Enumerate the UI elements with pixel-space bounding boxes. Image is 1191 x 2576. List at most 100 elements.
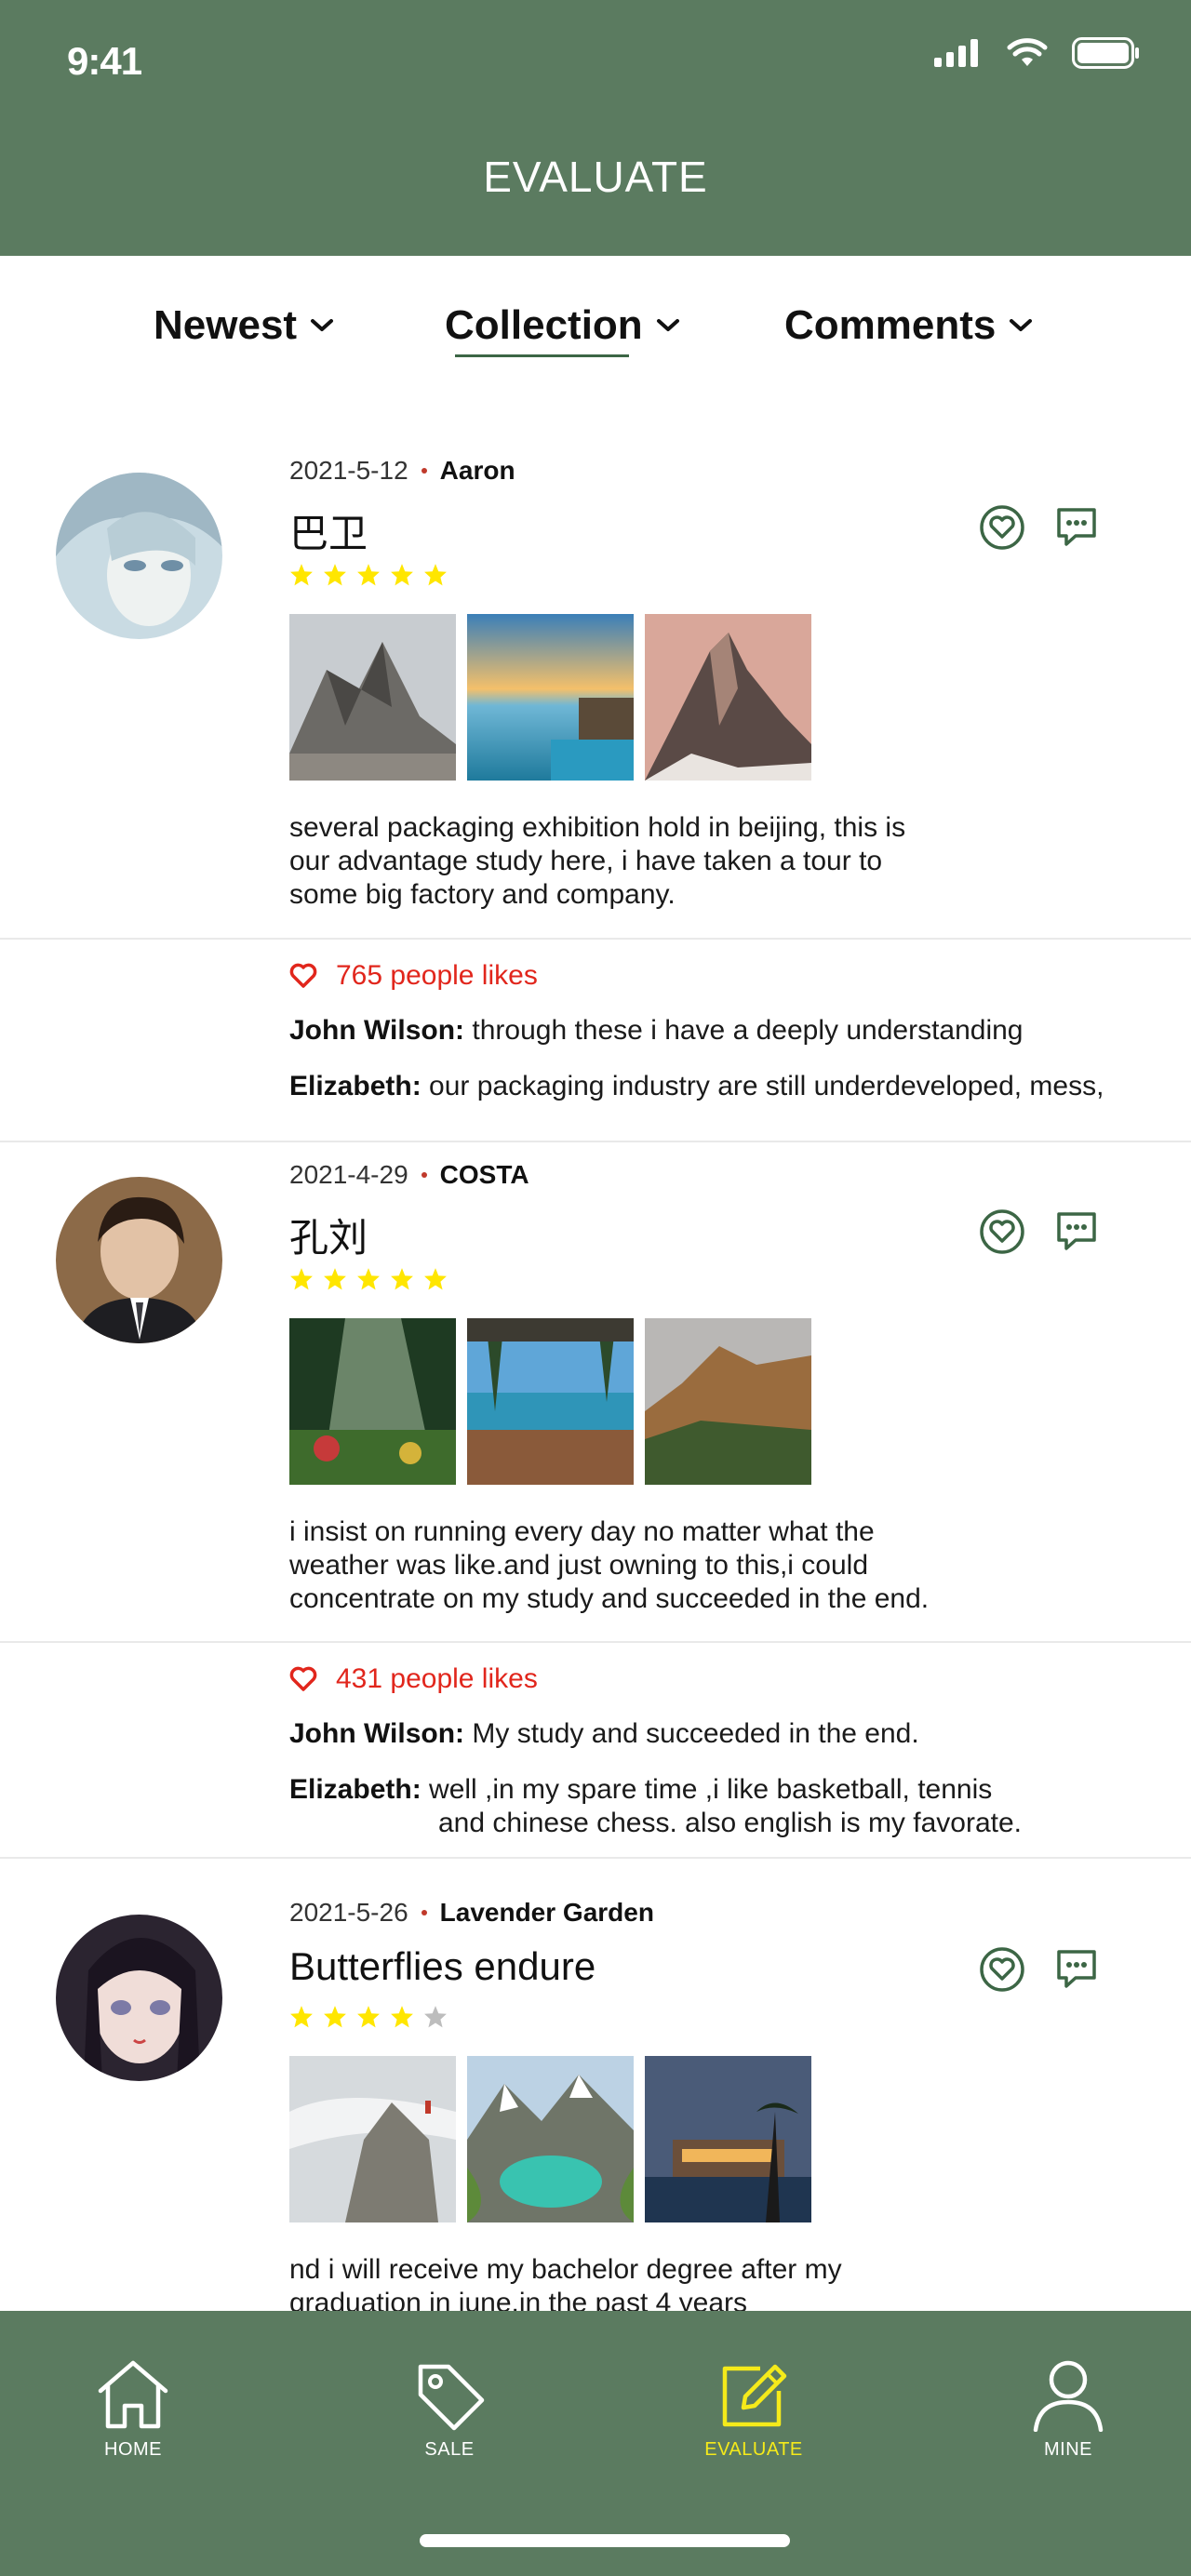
review-title: 巴卫 [289,512,368,555]
rating-stars [289,563,448,587]
nav-label: SALE [424,2439,475,2460]
star-icon [324,1268,346,1290]
active-tab-indicator [455,354,629,357]
nav-sale[interactable]: SALE [356,2357,542,2461]
separator-dot [421,468,427,474]
separator-dot [421,1910,427,1915]
star-icon [424,564,447,586]
review-text-line: some big factory and company. [289,879,676,910]
nav-label: EVALUATE [704,2439,803,2460]
comment-icon[interactable] [1053,1946,1100,1993]
comment-author[interactable]: Elizabeth: [289,1774,422,1805]
star-icon [324,564,346,586]
favorite-icon[interactable] [979,1208,1025,1255]
nav-mine[interactable]: MINE [975,2357,1161,2461]
review-photo[interactable] [467,1318,634,1485]
signal-icon [934,39,978,67]
review-author[interactable]: Aaron [440,456,515,486]
review-text-line: our advantage study here, i have taken a… [289,846,883,876]
divider [0,1857,1191,1859]
review-photo[interactable] [289,2056,456,2222]
favorite-icon[interactable] [979,1946,1025,1993]
star-icon [391,564,413,586]
review-photo[interactable] [289,1318,456,1485]
review-actions [979,1208,1100,1255]
review-title: Butterflies endure [289,1944,596,1988]
review-text: several packaging exhibition hold in bei… [289,811,997,912]
tab-collection[interactable]: Collection [445,302,680,349]
comment-item: John Wilson: My study and succeeded in t… [289,1717,919,1751]
filter-tabs: Newest Collection Comments [0,256,1191,395]
tag-icon [418,2364,485,2431]
star-icon [357,1268,380,1290]
favorite-icon[interactable] [979,504,1025,551]
review-actions [979,504,1100,551]
tab-label: Comments [784,302,997,348]
star-icon [424,1268,447,1290]
review-meta: 2021-5-26 Lavender Garden [289,1898,654,1928]
comment-text: our packaging industry are still underde… [421,1071,1104,1101]
home-indicator[interactable] [420,2534,790,2547]
review-photos [289,614,811,781]
rating-stars [289,1267,448,1291]
review-meta: 2021-5-12 Aaron [289,456,515,486]
review-photo[interactable] [289,614,456,781]
comment-icon[interactable] [1053,504,1100,551]
review-text-line: nd i will receive my bachelor degree aft… [289,2254,842,2285]
status-time: 9:41 [67,39,142,83]
comment-author[interactable]: John Wilson: [289,1015,464,1046]
review-author[interactable]: Lavender Garden [440,1898,654,1928]
review-text-line: weather was like.and just owning to this… [289,1550,869,1581]
review-date: 2021-5-26 [289,1898,408,1927]
review-title: 孔刘 [289,1216,368,1260]
review-photo[interactable] [467,2056,634,2222]
review-author[interactable]: COSTA [440,1160,529,1190]
star-icon [391,2006,413,2028]
tab-newest[interactable]: Newest [154,302,334,349]
page-title: EVALUATE [483,153,708,201]
chevron-down-icon [1010,319,1033,331]
likes-label: 431 people likes [336,1663,538,1694]
star-icon [357,2006,380,2028]
comment-text: well ,in my spare time ,i like basketbal… [421,1774,993,1805]
home-icon [98,2360,168,2429]
user-icon [1033,2360,1104,2432]
review-date: 2021-5-12 [289,456,408,485]
review-text-line: several packaging exhibition hold in bei… [289,812,906,843]
star-icon [290,1268,313,1290]
edit-icon [722,2364,787,2427]
comment-author[interactable]: John Wilson: [289,1718,464,1749]
review-photo[interactable] [467,614,634,781]
tab-label: Newest [154,302,298,348]
avatar[interactable] [56,1177,222,1343]
review-text-line: i insist on running every day no matter … [289,1516,875,1547]
comment-author[interactable]: Elizabeth: [289,1071,422,1101]
nav-label: MINE [1044,2439,1092,2460]
likes-count[interactable]: 431 people likes [289,1663,538,1695]
separator-dot [421,1172,427,1178]
star-icon [324,2006,346,2028]
comment-item: John Wilson: through these i have a deep… [289,1014,1024,1048]
tab-comments[interactable]: Comments [784,302,1033,349]
chevron-down-icon [656,319,679,331]
comment-icon[interactable] [1053,1208,1100,1255]
review-date: 2021-4-29 [289,1160,408,1189]
likes-label: 765 people likes [336,960,538,991]
review-photo[interactable] [645,614,811,781]
review-photo[interactable] [645,2056,811,2222]
nav-home[interactable]: HOME [40,2357,226,2461]
avatar[interactable] [56,473,222,639]
rating-stars [289,2005,448,2029]
review-photos [289,2056,811,2222]
review-text-line: concentrate on my study and succeeded in… [289,1583,930,1614]
review-photo[interactable] [645,1318,811,1485]
likes-count[interactable]: 765 people likes [289,960,538,992]
star-empty-icon [424,2006,447,2028]
heart-icon [289,963,317,988]
divider [0,1141,1191,1142]
divider [0,938,1191,940]
review-text: i insist on running every day no matter … [289,1515,997,1616]
star-icon [290,564,313,586]
nav-evaluate[interactable]: EVALUATE [661,2357,847,2461]
avatar[interactable] [56,1915,222,2081]
